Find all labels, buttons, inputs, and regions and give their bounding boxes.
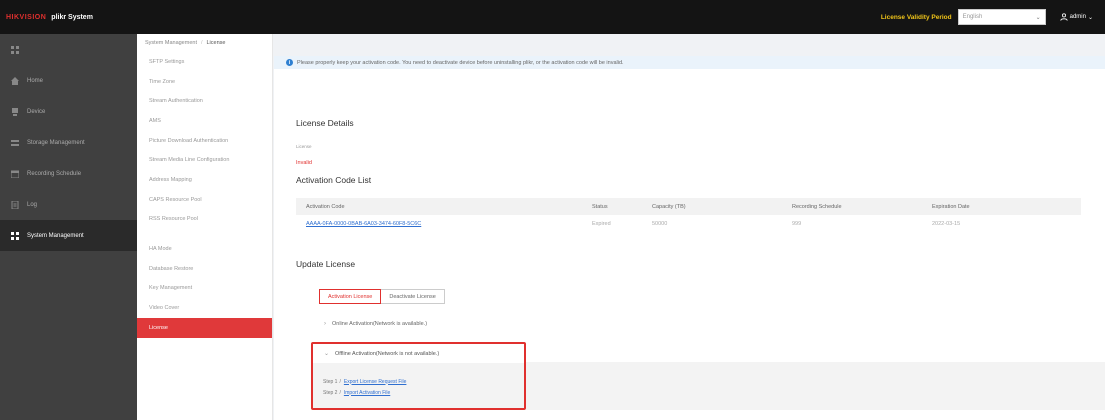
device-icon [10,107,19,116]
sub-item-rss-pool[interactable]: RSS Resource Pool [137,210,272,230]
sub-item-time-zone[interactable]: Time Zone [137,72,272,92]
notice-bar: i Please properly keep your activation c… [274,56,1105,69]
top-bar: HIKVISION plikr System License Validity … [0,0,1105,34]
activation-list-title: Activation Code List [296,175,372,185]
sidebar-item-menu[interactable] [0,34,137,65]
sub-item-video-cover[interactable]: Video Cover [137,298,272,318]
sub-item-stream-auth[interactable]: Stream Authentication [137,91,272,111]
column-header: Status [592,203,608,210]
expiration-cell: 2022-03-15 [932,220,961,227]
brand: HIKVISION plikr System [0,0,93,34]
step-2: Step 2 / Import Activation File [323,387,524,398]
column-header: Capacity (TB) [652,203,686,210]
sub-menu: System Management / License SFTP Setting… [137,34,273,420]
app-root: HIKVISION plikr System License Validity … [0,0,1105,420]
breadcrumb-current: License [206,40,226,46]
chevron-down-icon: ⌄ [1087,14,1093,21]
sidebar-item-device[interactable]: Device [0,96,137,127]
license-label: License [296,144,312,149]
license-status-value: Invalid [296,160,312,166]
product-name: plikr System [51,13,93,21]
top-right: License Validity Period English ⌄ admin … [881,0,1105,34]
sidebar-item-label: Log [27,201,38,208]
step-separator: / [339,378,341,385]
main-sidebar: Home Device Storage Management Recording… [0,34,137,420]
main-content: i Please properly keep your activation c… [274,56,1105,420]
sub-item-caps-pool[interactable]: CAPS Resource Pool [137,190,272,210]
update-license-title: Update License [296,259,356,269]
chevron-down-icon: ⌄ [1035,14,1041,21]
breadcrumb-separator: / [200,40,203,46]
step-2-prefix: Step 2 [323,389,338,396]
license-validity-link[interactable]: License Validity Period [881,14,952,21]
activation-code-table: Activation Code Status Capacity (TB) Rec… [296,198,1081,232]
user-icon [1060,13,1068,21]
sub-item-picture-download[interactable]: Picture Download Authentication [137,131,272,151]
tab-activation-license[interactable]: Activation License [319,289,382,304]
offline-activation-toggle[interactable]: ⌄ Offline Activation(Network is not avai… [313,344,524,363]
column-header: Activation Code [306,203,345,210]
sub-item-license[interactable]: License [137,317,272,338]
sidebar-item-label: Home [27,77,44,84]
log-icon [10,200,19,209]
sub-item-ha-mode[interactable]: HA Mode [137,239,272,259]
chevron-down-icon: ⌄ [324,351,330,357]
sidebar-item-label: System Management [27,232,84,239]
sub-item-database-restore[interactable]: Database Restore [137,259,272,279]
activation-code-link[interactable]: AAAA-0FA-0000-0BAB-6A03-3474-60F8-5C6C [306,221,421,227]
import-activation-file-link[interactable]: Import Activation File [344,390,390,396]
step-separator: / [339,389,341,396]
sidebar-item-schedule[interactable]: Recording Schedule [0,158,137,189]
grid-icon [10,45,19,54]
notice-text: Please properly keep your activation cod… [297,59,624,66]
step-1-prefix: Step 1 [323,378,338,385]
capacity-cell: 50000 [652,220,668,227]
offline-activation-label: Offline Activation(Network is not availa… [335,350,440,357]
info-icon: i [286,59,293,66]
online-activation-toggle[interactable]: › Online Activation(Network is available… [324,321,427,327]
export-request-file-link[interactable]: Export License Request File [344,379,407,385]
schedule-cell: 999 [792,220,802,227]
license-details-title: License Details [296,118,354,128]
sidebar-item-storage[interactable]: Storage Management [0,127,137,158]
table-header: Activation Code Status Capacity (TB) Rec… [296,198,1081,215]
language-select[interactable]: English ⌄ [957,9,1046,25]
license-tabs: Activation License Deactivate License [319,289,445,304]
sub-item-address-mapping[interactable]: Address Mapping [137,170,272,190]
sidebar-item-system-management[interactable]: System Management [0,220,137,251]
home-icon [10,76,19,85]
table-row: AAAA-0FA-0000-0BAB-6A03-3474-60F8-5C6C E… [296,215,1081,232]
online-activation-label: Online Activation(Network is available.) [332,321,428,327]
storage-icon [10,138,19,147]
sidebar-item-home[interactable]: Home [0,65,137,96]
sidebar-item-label: Recording Schedule [27,170,82,177]
sub-item-stream-media[interactable]: Stream Media Line Configuration [137,150,272,170]
panel-background [526,362,1105,410]
breadcrumb-parent[interactable]: System Management [145,40,197,46]
step-1: Step 1 / Export License Request File [323,376,524,387]
offline-activation-body: Step 1 / Export License Request File Ste… [313,363,524,408]
user-name: admin [1069,14,1086,20]
chevron-right-icon: › [324,321,326,327]
sidebar-item-label: Device [27,108,46,115]
offline-activation-panel: ⌄ Offline Activation(Network is not avai… [311,342,526,410]
column-header: Recording Schedule [792,203,842,210]
sub-item-key-management[interactable]: Key Management [137,279,272,299]
sidebar-item-label: Storage Management [27,139,85,146]
sub-menu-list: SFTP Settings Time Zone Stream Authentic… [137,52,272,338]
sidebar-item-log[interactable]: Log [0,189,137,220]
settings-icon [10,231,19,240]
user-menu[interactable]: admin ⌄ [1060,13,1093,21]
sub-item-sftp[interactable]: SFTP Settings [137,52,272,72]
schedule-icon [10,169,19,178]
column-header: Expiration Date [932,203,970,210]
tab-deactivate-license[interactable]: Deactivate License [381,289,445,304]
sub-item-ams[interactable]: AMS [137,111,272,131]
status-cell: Expired [592,220,611,227]
language-value: English [962,14,983,20]
breadcrumb: System Management / License [137,34,272,52]
brand-logo: HIKVISION [6,13,47,21]
